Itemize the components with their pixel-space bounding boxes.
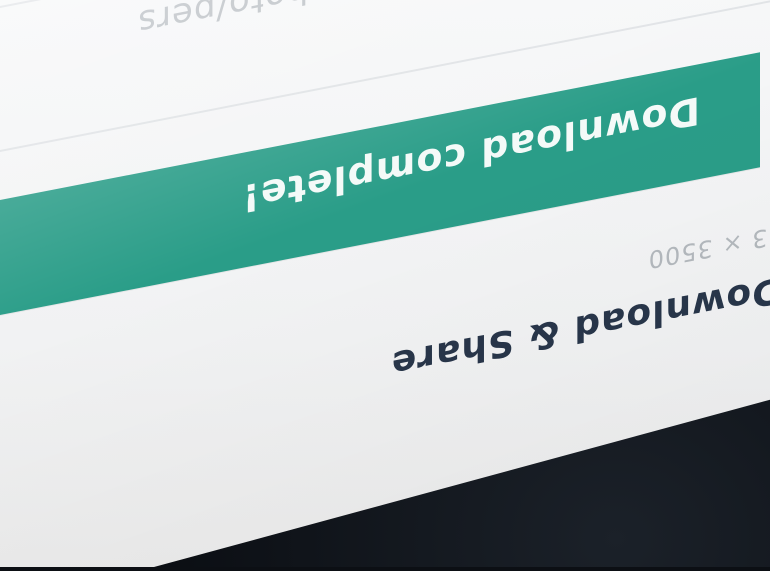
download-complete-banner: Download complete! <box>0 52 760 317</box>
download-share-heading: Download & Share <box>390 267 770 386</box>
url-text: ls.com/photo/pers <box>0 0 460 74</box>
banner-message: Download complete! <box>241 87 700 222</box>
